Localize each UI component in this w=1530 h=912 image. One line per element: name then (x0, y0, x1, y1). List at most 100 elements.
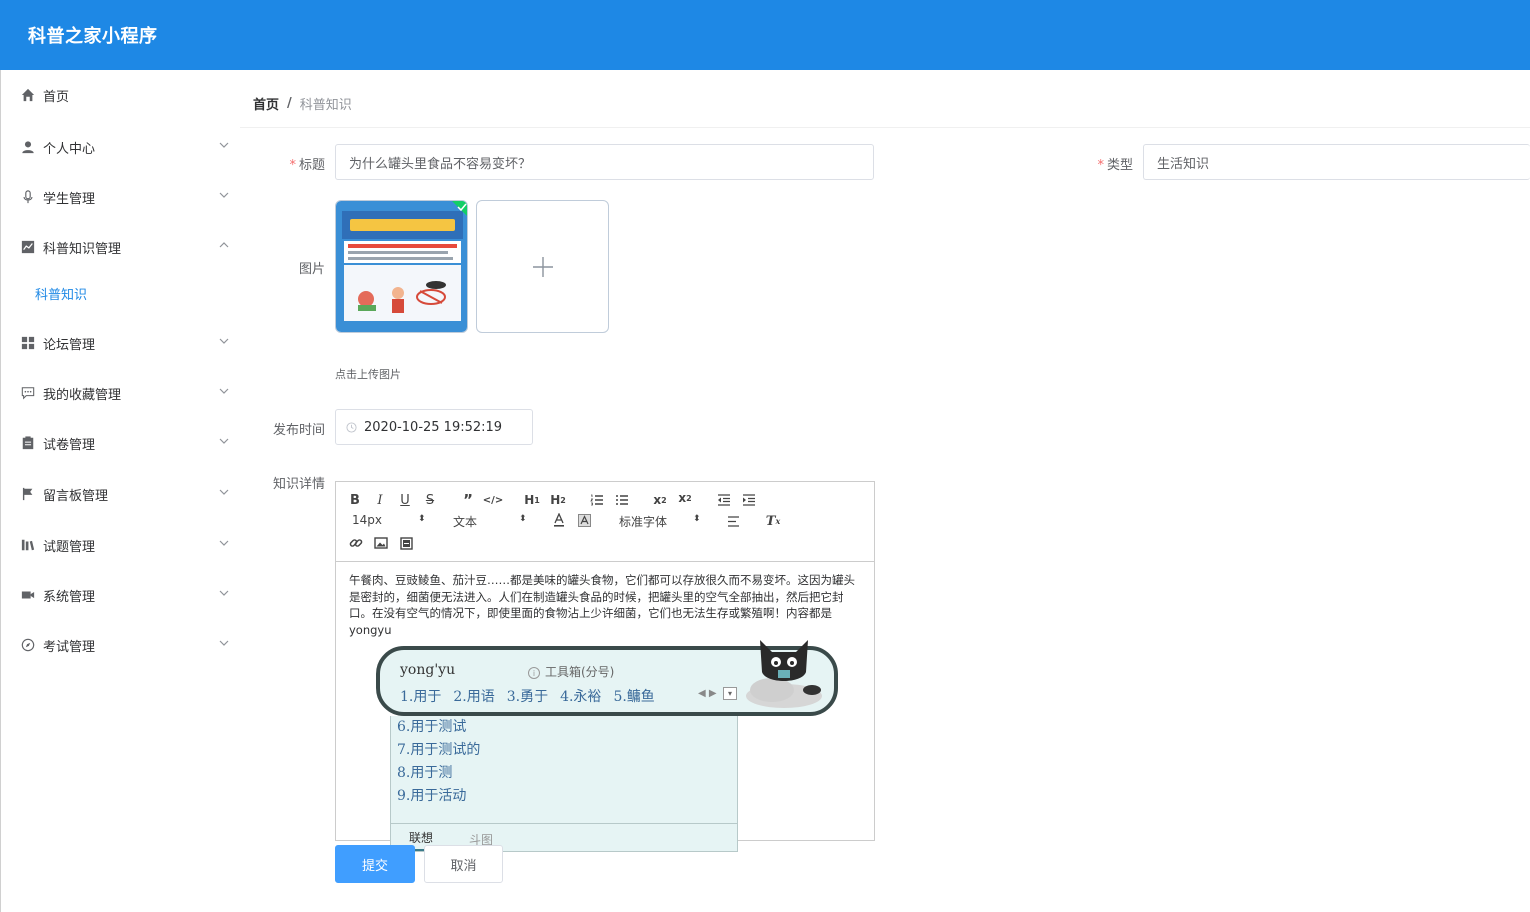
header-picker[interactable]: 文本 ⬍ (453, 513, 529, 529)
ime-toolbox[interactable]: i 工具箱(分号) (528, 663, 614, 680)
align-icon[interactable] (725, 513, 741, 529)
app-title: 科普之家小程序 (28, 26, 158, 47)
sidebar-item-questions[interactable]: 试题管理 (1, 525, 241, 565)
indent-icon[interactable] (741, 492, 757, 508)
breadcrumb: 首页 / 科普知识 (253, 94, 352, 113)
library-icon (20, 537, 36, 553)
sidebar-item-label: 系统管理 (43, 589, 96, 605)
sidebar-subitem-knowledge[interactable]: 科普知识 (1, 275, 241, 311)
sidebar-item-system[interactable]: 系统管理 (1, 575, 241, 615)
ime-expand-icon[interactable]: ▾ (723, 687, 737, 700)
sidebar-item-label: 试卷管理 (43, 437, 96, 453)
sidebar-item-label: 我的收藏管理 (43, 387, 122, 403)
blockquote-icon[interactable]: ” (460, 491, 476, 509)
ime-pinyin: yong'yu (400, 662, 456, 678)
ime-candidate[interactable]: 7.用于测试的 (391, 739, 737, 762)
sidebar-item-forum[interactable]: 论坛管理 (1, 323, 241, 363)
cancel-button[interactable]: 取消 (424, 845, 503, 883)
header1-icon[interactable]: H1 (522, 492, 542, 508)
ime-candidate[interactable]: 4.永裕 (560, 686, 601, 706)
home-icon (20, 87, 36, 103)
image-icon[interactable] (373, 535, 389, 551)
chevron-down-icon (219, 489, 229, 495)
ime-candidates-row: 1.用于 2.用语 3.勇于 4.永裕 5.鳙鱼 (400, 686, 655, 706)
sidebar-item-label: 论坛管理 (43, 337, 96, 353)
chevron-down-icon (219, 590, 229, 596)
video-icon[interactable] (398, 535, 414, 551)
top-bar: 科普之家小程序 (0, 0, 1530, 70)
sidebar: 首页 个人中心 学生管理 科普知识管理 科普知识 论坛管理 我的收藏管理 试卷管… (0, 70, 240, 912)
upload-tip: 点击上传图片 (335, 368, 401, 381)
type-input[interactable]: 生活知识 (1143, 144, 1530, 180)
ime-composition-bar: yong'yu i 工具箱(分号) 1.用于 2.用语 3.勇于 4.永裕 5.鳙… (376, 640, 838, 716)
sidebar-item-label: 留言板管理 (43, 488, 109, 504)
bullet-list-icon[interactable] (614, 492, 630, 508)
breadcrumb-bar: 首页 / 科普知识 (240, 70, 1530, 128)
sidebar-item-home[interactable]: 首页 (1, 75, 241, 115)
sidebar-item-label: 个人中心 (43, 141, 96, 157)
breadcrumb-separator: / (287, 96, 292, 111)
bold-icon[interactable]: B (348, 492, 362, 508)
chevron-down-icon (219, 438, 229, 444)
upload-add-button[interactable] (476, 200, 609, 333)
clear-format-icon[interactable]: Tx (765, 513, 781, 529)
breadcrumb-home[interactable]: 首页 (253, 94, 279, 113)
compass-icon (20, 637, 36, 653)
sidebar-item-exam-papers[interactable]: 试卷管理 (1, 423, 241, 463)
superscript-icon[interactable]: x2 (676, 490, 694, 506)
sidebar-item-exams[interactable]: 考试管理 (1, 625, 241, 665)
sidebar-item-profile[interactable]: 个人中心 (1, 127, 241, 167)
chat-icon (20, 385, 36, 401)
ime-candidate[interactable]: 3.勇于 (507, 686, 548, 706)
sidebar-item-label: 考试管理 (43, 639, 96, 655)
sidebar-item-favorites[interactable]: 我的收藏管理 (1, 373, 241, 413)
rich-text-editor: B I U S ” </> H1 H2 x2 x2 14px ⬍ 文本 ⬍ 标准字体… (335, 481, 875, 852)
outdent-icon[interactable] (716, 492, 732, 508)
chevron-down-icon (219, 540, 229, 546)
underline-icon[interactable]: U (398, 492, 412, 508)
editor-toolbar: B I U S ” </> H1 H2 x2 x2 14px ⬍ 文本 ⬍ 标准字体… (336, 482, 874, 562)
sidebar-subitem-label: 科普知识 (35, 287, 88, 303)
ime-page-arrows-icon[interactable]: ◀ ▶ (698, 688, 717, 699)
uploaded-image-thumbnail[interactable] (335, 200, 468, 333)
chevron-down-icon (219, 192, 229, 198)
user-icon (20, 139, 36, 155)
ime-candidate[interactable]: 6.用于测试 (391, 716, 737, 739)
sidebar-item-messages[interactable]: 留言板管理 (1, 474, 241, 514)
submit-button[interactable]: 提交 (335, 845, 415, 883)
chevron-down-icon (219, 640, 229, 646)
ime-candidate[interactable]: 9.用于活动 (391, 785, 737, 808)
title-label: * 标题 (289, 158, 325, 173)
image-label: 图片 (298, 262, 325, 277)
link-icon[interactable] (348, 535, 364, 551)
publish-time-label: 发布时间 (272, 423, 325, 438)
font-family-picker[interactable]: 标准字体 ⬍ (619, 513, 701, 529)
ime-candidate[interactable]: 1.用于 (400, 686, 441, 706)
sidebar-item-knowledge-mgmt[interactable]: 科普知识管理 (1, 227, 241, 267)
font-size-picker[interactable]: 14px ⬍ (352, 513, 428, 529)
detail-label: 知识详情 (272, 477, 325, 492)
subscript-icon[interactable]: x2 (651, 492, 669, 508)
chevron-up-icon (219, 242, 229, 248)
ime-mascot-icon (746, 640, 822, 708)
ordered-list-icon[interactable] (589, 492, 605, 508)
ime-candidate[interactable]: 2.用语 (453, 686, 494, 706)
title-input[interactable]: 为什么罐头里食品不容易变坏？ (335, 144, 874, 180)
sidebar-item-label: 科普知识管理 (43, 241, 122, 257)
strikethrough-icon[interactable]: S (423, 492, 437, 508)
ime-candidate[interactable]: 8.用于测 (391, 762, 737, 785)
code-block-icon[interactable]: </> (483, 492, 503, 508)
italic-icon[interactable]: I (373, 492, 387, 508)
info-icon: i (528, 667, 540, 679)
font-color-icon[interactable] (552, 512, 566, 528)
camera-icon (20, 587, 36, 603)
editor-content[interactable]: 午餐肉、豆豉鲮鱼、茄汁豆……都是美味的罐头食物，它们都可以存放很久而不易变坏。这… (349, 572, 861, 638)
header2-icon[interactable]: H2 (548, 492, 568, 508)
flag-icon (20, 486, 36, 502)
ime-candidate[interactable]: 5.鳙鱼 (613, 686, 654, 706)
plus-icon (532, 256, 553, 277)
sidebar-item-label: 试题管理 (43, 539, 96, 555)
background-color-icon[interactable] (577, 512, 591, 528)
sidebar-item-students[interactable]: 学生管理 (1, 177, 241, 217)
publish-time-picker[interactable]: 2020-10-25 19:52:19 (335, 409, 533, 445)
